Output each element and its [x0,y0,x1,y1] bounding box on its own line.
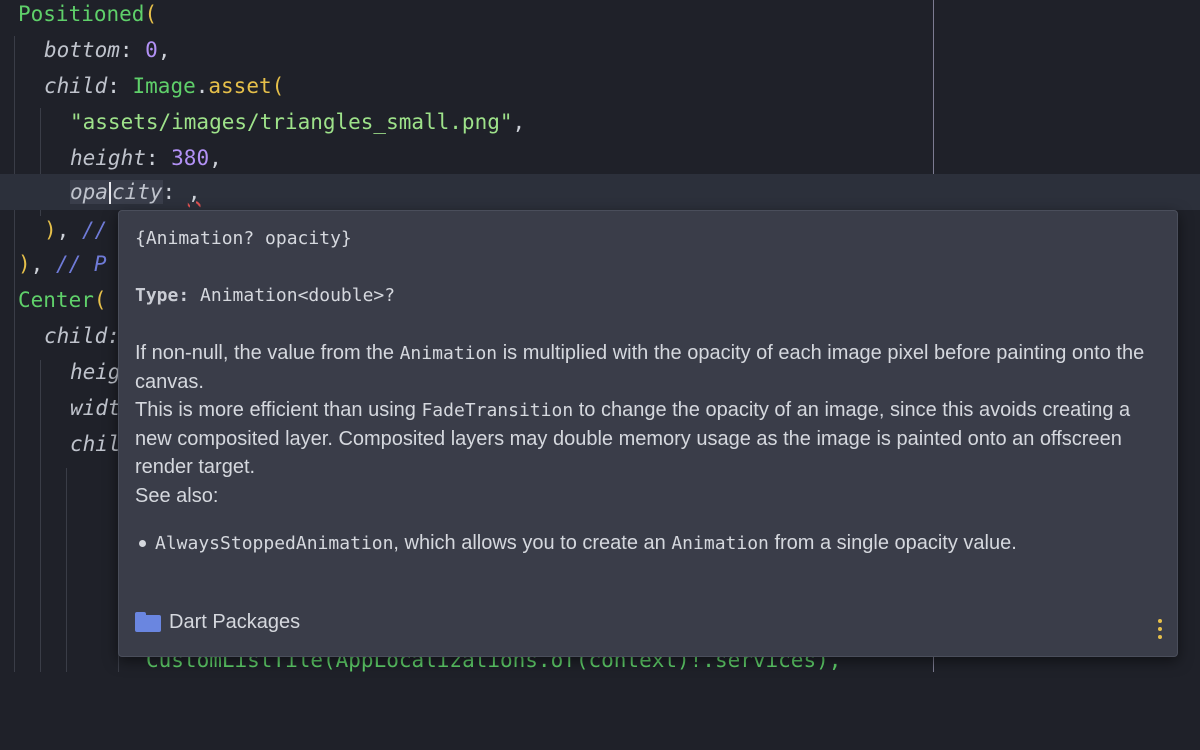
doc-type-row: Type: Animation<double>? [135,285,395,306]
doc-see-also-item: AlwaysStoppedAnimation, which allows you… [135,529,1115,558]
code-token: widt [70,396,121,420]
code-token: : [145,146,172,170]
code-token: child [44,74,108,98]
code-token: , [209,146,222,170]
text-caret [108,182,111,204]
doc-text: If non-null, the value from the [135,342,400,364]
code-line-5: height: 380, [0,140,1200,176]
doc-paragraph: If non-null, the value from the Animatio… [135,339,1155,396]
doc-inline-code: FadeTransition [421,400,574,421]
code-token: : [107,74,133,98]
doc-paragraph: This is more efficient than using FadeTr… [135,396,1155,481]
code-token: Positioned [18,2,145,26]
code-token: ( [144,2,158,26]
code-token: chil [70,432,121,456]
error-squiggle: , [187,180,201,204]
bullet-icon [139,540,146,547]
code-token: Image [132,74,196,98]
code-token: 380 [171,146,210,170]
code-token: child: [44,324,120,348]
code-token: : [162,180,188,204]
code-comment: // P [55,252,107,276]
code-token: : [119,38,146,62]
code-token: Center [18,288,94,312]
doc-signature: {Animation? opacity} [135,228,352,249]
code-token: , [56,218,82,242]
doc-source-label: Dart Packages [169,610,301,633]
code-token: ) [44,218,57,242]
code-line-2: bottom: 0, [0,32,1200,68]
doc-text: This is more efficient than using [135,399,422,421]
code-line-3: child: Image.asset( [0,68,1200,104]
code-comment: // [81,218,108,242]
doc-inline-code: Animation [671,533,769,554]
doc-link-code[interactable]: AlwaysStoppedAnimation [155,533,393,554]
code-token: ( [271,74,285,98]
code-line-1: Positioned( [0,0,1200,32]
doc-type-value: Animation<double>? [200,285,396,306]
code-token: . [195,74,209,98]
doc-description: If non-null, the value from the Animatio… [135,339,1155,481]
code-token: ) [18,252,31,276]
code-token: city [111,180,163,204]
code-token: , [512,110,526,134]
code-token: "assets/images/triangles_small.png" [70,110,513,134]
code-token: bottom [44,38,120,62]
code-token: 0 [145,38,158,62]
code-token: , [30,252,56,276]
folder-icon [135,612,161,632]
doc-type-label: Type: [135,285,190,306]
quick-documentation-popup[interactable]: {Animation? opacity} Type: Animation<dou… [118,210,1178,657]
doc-text: from a single opacity value. [768,532,1017,554]
code-token: opa [70,180,108,204]
code-token: , [157,38,171,62]
code-token: ( [93,288,107,312]
doc-inline-code: Animation [399,343,498,364]
doc-text: , which allows you to create an [393,532,672,554]
doc-footer[interactable]: Dart Packages [135,607,300,637]
code-line-4: "assets/images/triangles_small.png", [0,104,1200,140]
kebab-menu-icon[interactable] [1157,619,1163,639]
code-token: heig [70,360,121,384]
doc-see-also-heading: See also: [135,485,219,507]
code-token: asset [208,74,272,98]
code-line-6-current[interactable]: opa city: , [0,174,1200,210]
code-token: height [70,146,146,170]
